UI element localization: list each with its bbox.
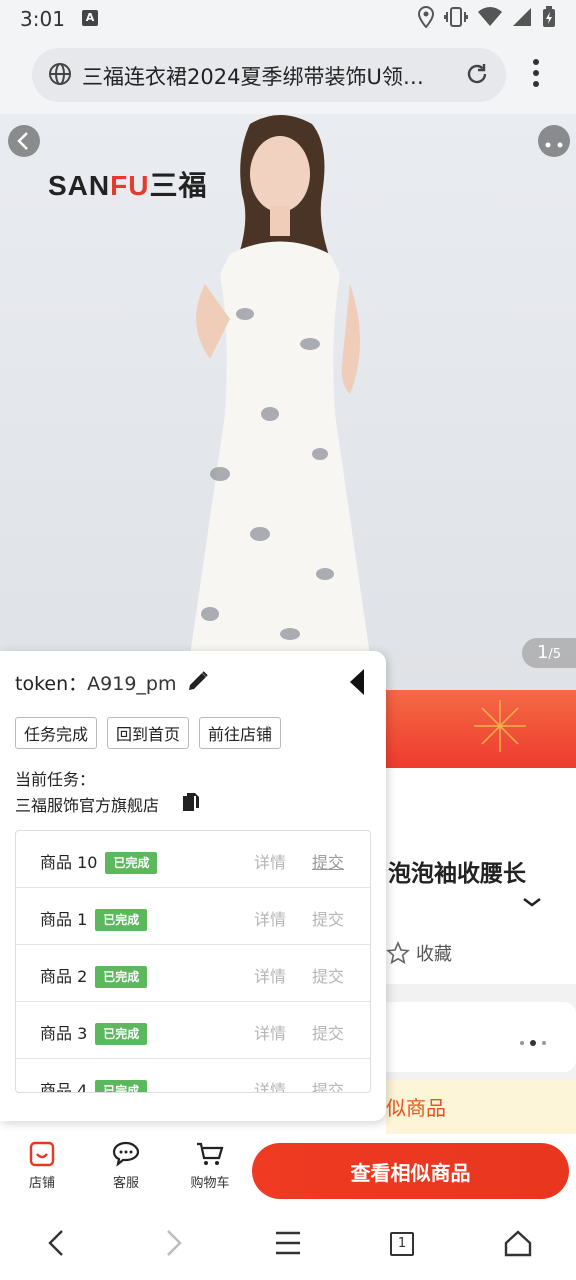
task-list: 商品 10 已完成 详情 提交 商品 1 已完成 详情 提交 商品 2 已完成 详情 … — [15, 830, 371, 1093]
keyboard-a-icon: A — [82, 10, 98, 26]
go-shop-button[interactable]: 前往店铺 — [199, 717, 282, 749]
reload-icon[interactable] — [464, 61, 490, 87]
task-name: 商品 2 — [40, 967, 88, 986]
cart-tab[interactable]: 购物车 — [180, 1140, 240, 1191]
back-button[interactable] — [8, 125, 40, 157]
carousel-dots — [520, 1040, 546, 1046]
nav-forward-icon[interactable] — [162, 1228, 186, 1258]
token-label: token： — [15, 673, 88, 695]
status-badge: 已完成 — [95, 966, 148, 988]
wifi-icon — [478, 7, 502, 27]
service-tab[interactable]: 客服 — [96, 1140, 156, 1191]
submit-link[interactable]: 提交 — [312, 906, 344, 930]
list-item: 商品 2 已完成 详情 提交 — [16, 945, 370, 1002]
nav-back-icon[interactable] — [44, 1228, 68, 1258]
panel-button-row: 任务完成 回到首页 前往店铺 — [15, 717, 282, 749]
status-time: 3:01 — [20, 7, 65, 31]
battery-icon — [543, 6, 555, 27]
cart-icon — [197, 1142, 224, 1165]
chevron-down-icon[interactable] — [522, 896, 542, 908]
favorite-label: 收藏 — [416, 944, 452, 965]
similar-strip-label: 似商品 — [386, 1096, 446, 1120]
bottom-action-bar: 店铺 客服 购物车 查看相似商品 — [0, 1134, 576, 1210]
chevron-left-icon — [17, 132, 28, 150]
detail-link[interactable]: 详情 — [254, 1020, 286, 1044]
page-title: 三福连衣裙2024夏季绑带装饰U领… — [82, 65, 424, 89]
task-name: 商品 4 — [40, 1081, 88, 1093]
current-task-label: 当前任务： — [15, 770, 96, 789]
system-nav-bar: 1 — [0, 1210, 576, 1280]
promo-banner — [386, 690, 576, 768]
more-button[interactable] — [538, 125, 570, 157]
status-bar: 3:01 A — [0, 0, 576, 36]
favorite-button[interactable]: 收藏 — [386, 940, 452, 966]
submit-link[interactable]: 提交 — [312, 963, 344, 987]
token-value: A919_pm — [87, 673, 177, 695]
token-line: token：A919_pm — [15, 669, 176, 696]
firework-icon — [474, 700, 526, 752]
overflow-menu-icon[interactable] — [526, 58, 546, 88]
back-home-button[interactable]: 回到首页 — [107, 717, 190, 749]
collapse-panel-icon[interactable] — [348, 667, 366, 697]
view-similar-button[interactable]: 查看相似商品 — [252, 1143, 569, 1199]
task-panel: token：A919_pm 任务完成 回到首页 前往店铺 当前任务： 三福服饰官… — [0, 651, 386, 1121]
list-item: 商品 10 已完成 详情 提交 — [16, 831, 370, 888]
model-figure — [185, 115, 375, 690]
cart-tab-label: 购物车 — [190, 1176, 230, 1191]
status-badge: 已完成 — [95, 1023, 148, 1045]
submit-link[interactable]: 提交 — [312, 1020, 344, 1044]
detail-link[interactable]: 详情 — [254, 1077, 286, 1092]
service-tab-label: 客服 — [112, 1176, 139, 1191]
more-dots-icon — [545, 142, 563, 148]
detail-link[interactable]: 详情 — [254, 963, 286, 987]
submit-link[interactable]: 提交 — [312, 849, 344, 873]
similar-strip: 似商品 — [386, 1080, 576, 1134]
detail-link[interactable]: 详情 — [254, 849, 286, 873]
product-title: 泡泡袖收腰长 — [388, 861, 526, 887]
chat-icon — [112, 1141, 140, 1167]
nav-menu-icon[interactable] — [274, 1228, 302, 1258]
status-icons — [418, 6, 556, 28]
globe-icon — [49, 63, 71, 85]
list-item: 商品 4 已完成 详情 提交 — [16, 1059, 370, 1093]
list-item: 商品 1 已完成 详情 提交 — [16, 888, 370, 945]
image-page-indicator: 1/5 — [522, 638, 576, 668]
product-image[interactable]: SANFU三福 1/5 — [0, 114, 576, 690]
edit-icon[interactable] — [186, 669, 210, 693]
shop-tab-label: 店铺 — [28, 1176, 55, 1191]
detail-link[interactable]: 详情 — [254, 906, 286, 930]
list-item: 商品 3 已完成 详情 提交 — [16, 1002, 370, 1059]
location-icon — [418, 6, 434, 28]
shop-icon — [29, 1141, 55, 1167]
browser-toolbar: 三福连衣裙2024夏季绑带装饰U领… — [0, 36, 576, 114]
info-card — [386, 1002, 576, 1072]
shop-name: 三福服饰官方旗舰店 — [15, 796, 160, 815]
tabs-button[interactable]: 1 — [390, 1232, 414, 1256]
vibrate-icon — [444, 7, 468, 27]
submit-link[interactable]: 提交 — [312, 1077, 344, 1092]
status-badge: 已完成 — [105, 852, 158, 874]
status-badge: 已完成 — [95, 909, 148, 931]
address-bar[interactable]: 三福连衣裙2024夏季绑带装饰U领… — [32, 48, 506, 102]
nav-home-icon[interactable] — [504, 1228, 532, 1258]
task-name: 商品 1 — [40, 910, 88, 929]
star-icon — [386, 941, 410, 965]
task-complete-button[interactable]: 任务完成 — [15, 717, 98, 749]
signal-icon — [513, 8, 531, 26]
status-badge: 已完成 — [95, 1080, 148, 1092]
copy-icon[interactable] — [182, 792, 200, 812]
task-name: 商品 10 — [40, 853, 98, 872]
shop-tab[interactable]: 店铺 — [12, 1140, 72, 1191]
task-name: 商品 3 — [40, 1024, 88, 1043]
